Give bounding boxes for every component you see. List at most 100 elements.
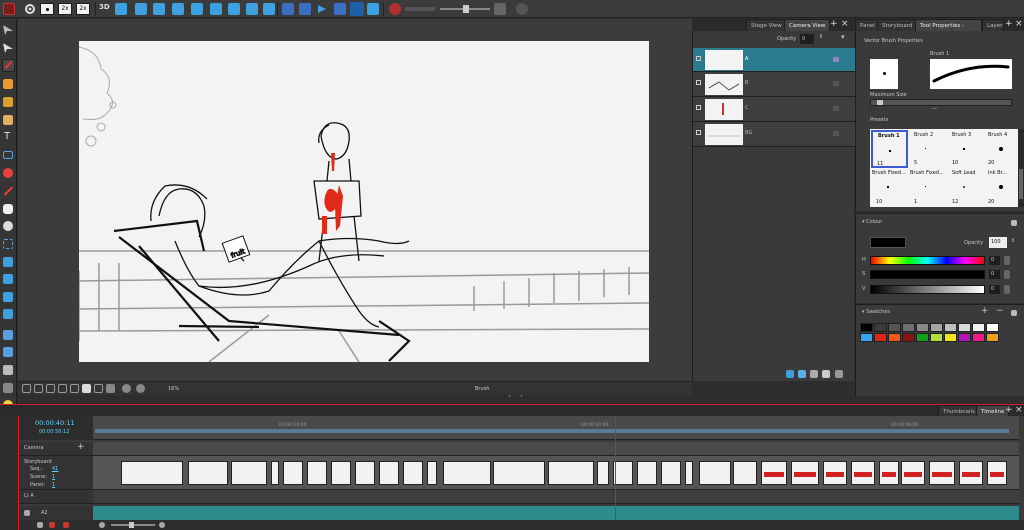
camera-move-icon[interactable] <box>115 3 127 15</box>
rotate-icon[interactable] <box>58 384 67 393</box>
library-icon[interactable] <box>3 383 13 393</box>
storyboard-panel-thumbnail[interactable] <box>699 461 731 485</box>
colour-swatch[interactable] <box>888 333 901 342</box>
colour-swatch[interactable] <box>986 333 999 342</box>
colour-swatch[interactable] <box>902 333 915 342</box>
flip-icon[interactable] <box>122 384 131 393</box>
storyboard-panel-thumbnail[interactable] <box>597 461 609 485</box>
layer-lock-icon[interactable] <box>833 57 839 62</box>
add-bitmap-layer-icon[interactable] <box>798 370 806 378</box>
rectangle-tool-icon[interactable] <box>3 151 13 159</box>
duplicate-panel-icon[interactable] <box>3 347 13 357</box>
audio-track-a2[interactable] <box>93 506 1019 520</box>
layer-row-bg[interactable]: BG <box>693 122 855 147</box>
collapse-up-icon[interactable]: ˄ <box>508 396 511 402</box>
current-timecode[interactable]: 00:00:40:11 <box>35 420 75 427</box>
brush-tip-preview[interactable] <box>870 59 898 89</box>
tab-storyboard[interactable]: Storyboard <box>877 19 918 31</box>
colour-swatch[interactable] <box>874 333 887 342</box>
colour-swatch[interactable] <box>902 323 915 332</box>
delete-layer-icon[interactable] <box>835 370 843 378</box>
camera-mask-icon[interactable] <box>94 384 103 393</box>
storyboard-panel-thumbnail[interactable] <box>823 461 847 485</box>
tab-camera-view[interactable]: Camera View <box>784 19 831 31</box>
record-icon[interactable] <box>3 3 15 15</box>
preset-soft-lead[interactable]: Soft Lead 12 <box>947 169 984 206</box>
storyboard-panel-thumbnail[interactable] <box>427 461 437 485</box>
record-track-icon[interactable] <box>49 522 55 528</box>
colour-swatch[interactable] <box>930 323 943 332</box>
colour-swatch[interactable] <box>930 333 943 342</box>
swatches-menu-icon[interactable] <box>1011 310 1017 316</box>
colour-swatch[interactable] <box>986 323 999 332</box>
rotate-view-icon[interactable] <box>3 292 13 302</box>
layer-visibility-icon[interactable] <box>696 130 701 135</box>
current-colour-swatch[interactable] <box>870 237 906 248</box>
storyboard-panel-thumbnail[interactable] <box>879 461 899 485</box>
preset-brush-2[interactable]: Brush 2 5 <box>909 130 946 168</box>
max-size-slider[interactable] <box>870 99 1012 106</box>
panel-value[interactable]: 1 <box>52 483 55 488</box>
motion-path-icon[interactable] <box>246 3 258 15</box>
layer-name[interactable]: B <box>745 81 748 86</box>
storyboard-panel-thumbnail[interactable] <box>851 461 875 485</box>
storyboard-panel-thumbnail[interactable] <box>987 461 1007 485</box>
speaker-icon[interactable] <box>24 510 30 516</box>
colour-swatch[interactable] <box>958 323 971 332</box>
storyboard-panel-thumbnail[interactable] <box>733 461 757 485</box>
close-tab-icon[interactable]: × <box>1015 20 1023 29</box>
delete-icon[interactable] <box>3 365 13 375</box>
layer-name[interactable]: A <box>745 57 748 62</box>
storyboard-canvas[interactable]: fruit <box>79 41 649 362</box>
storyboard-panel-thumbnail[interactable] <box>188 461 228 485</box>
saturation-stepper-icon[interactable] <box>1004 270 1010 279</box>
user-icon[interactable] <box>516 3 528 15</box>
colour-swatch[interactable] <box>860 323 873 332</box>
reposition-icon[interactable] <box>3 309 13 319</box>
timeline-zoom-slider[interactable] <box>111 522 155 528</box>
timeline-ruler[interactable]: 00:00:10:00 00:00:40:00 00:00:49:00 <box>93 416 1019 440</box>
panel-menu-icon[interactable]: ▾ <box>841 34 845 41</box>
storyboard-panel-thumbnail[interactable] <box>929 461 955 485</box>
storyboard-panel-thumbnail[interactable] <box>443 461 491 485</box>
layer-visibility-icon[interactable] <box>696 105 701 110</box>
value-slider[interactable] <box>870 285 985 294</box>
camera-track[interactable] <box>93 442 1019 456</box>
colour-panel-menu-icon[interactable] <box>1011 220 1017 226</box>
preset-ink-brush[interactable]: Ink Br... 20 <box>985 169 1018 206</box>
layer-row-c[interactable]: C <box>693 97 855 122</box>
value-stepper-icon[interactable] <box>1004 285 1010 294</box>
3d-toggle-button[interactable]: 3D <box>99 4 110 11</box>
keyframe-icon[interactable] <box>228 3 240 15</box>
hue-slider[interactable] <box>870 256 985 265</box>
colour-swatch[interactable] <box>916 333 929 342</box>
zoom-level[interactable]: 16% <box>168 387 179 392</box>
preset-brush-1[interactable]: Brush 1 11 <box>871 130 908 168</box>
storyboard-panel-thumbnail[interactable] <box>548 461 594 485</box>
colour-swatch[interactable] <box>972 323 985 332</box>
layer-row-a[interactable]: A <box>693 48 855 72</box>
storyboard-panel-thumbnail[interactable] <box>283 461 303 485</box>
storyboard-panel-thumbnail[interactable] <box>613 461 633 485</box>
layer-visibility-icon[interactable] <box>696 80 701 85</box>
layer-move-icon[interactable] <box>172 3 184 15</box>
select-tool-icon[interactable] <box>3 25 13 35</box>
add-track-icon[interactable] <box>37 522 43 528</box>
storyboard-panel-thumbnail[interactable] <box>121 461 183 485</box>
onion-icon[interactable] <box>106 384 115 393</box>
paint-tool-icon[interactable] <box>3 97 13 107</box>
seq-value[interactable]: 41 <box>52 467 58 472</box>
storyboard-panel-thumbnail[interactable] <box>331 461 351 485</box>
zoom-out-icon[interactable] <box>99 522 105 528</box>
storyboard-panel-thumbnail[interactable] <box>791 461 819 485</box>
camera-tool-icon[interactable] <box>3 274 13 284</box>
storyboard-panel-thumbnail[interactable] <box>379 461 399 485</box>
colour-opacity-field[interactable]: 100 <box>989 237 1007 248</box>
layer-rotate-icon[interactable] <box>191 3 203 15</box>
camera-zoom-icon[interactable] <box>153 3 165 15</box>
speaker-icon[interactable] <box>494 3 506 15</box>
loop-icon[interactable] <box>367 3 379 15</box>
add-tab-icon[interactable]: + <box>830 20 838 29</box>
layer-transform-icon[interactable] <box>3 257 13 267</box>
saturation-field[interactable]: 0 <box>989 270 1000 279</box>
